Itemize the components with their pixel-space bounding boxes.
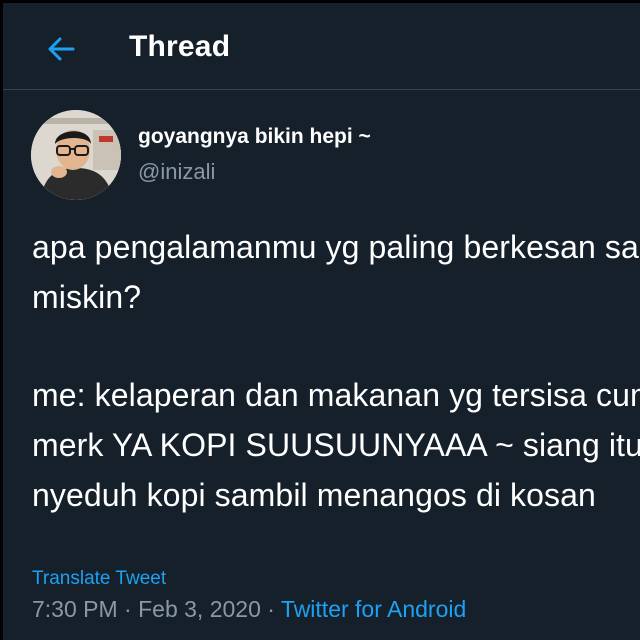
tweet-text-line: miskin? — [32, 279, 142, 315]
avatar[interactable] — [31, 110, 121, 200]
arrow-left-icon — [48, 37, 75, 61]
tweet-text-line: me: kelaperan dan makanan yg tersisa cum… — [32, 377, 640, 413]
tweet-text-line: apa pengalamanmu yg paling berkesan saat — [32, 229, 640, 265]
tweet-date[interactable]: Feb 3, 2020 — [138, 596, 261, 622]
tweet-metadata: 7:30 PM · Feb 3, 2020 · Twitter for Andr… — [32, 596, 466, 623]
tweet-body: apa pengalamanmu yg paling berkesan saat… — [32, 222, 640, 520]
meta-separator: · — [124, 596, 132, 622]
translate-tweet-link[interactable]: Translate Tweet — [32, 568, 166, 590]
tweet-text-line: merk YA KOPI SUUSUUNYAAA ~ siang itu gw — [32, 427, 640, 463]
meta-separator: · — [267, 596, 275, 622]
tweet-source-link[interactable]: Twitter for Android — [281, 596, 466, 622]
author-display-name[interactable]: goyangnya bikin hepi ~ — [138, 125, 371, 149]
tweet-time[interactable]: 7:30 PM — [32, 596, 118, 622]
author-handle[interactable]: @inizali — [138, 159, 215, 185]
thread-header: Thread — [3, 3, 640, 90]
page-title: Thread — [129, 30, 231, 63]
tweet-text-line: nyeduh kopi sambil menangos di kosan — [32, 477, 596, 513]
back-button[interactable] — [41, 29, 81, 69]
avatar-photo — [31, 110, 121, 200]
